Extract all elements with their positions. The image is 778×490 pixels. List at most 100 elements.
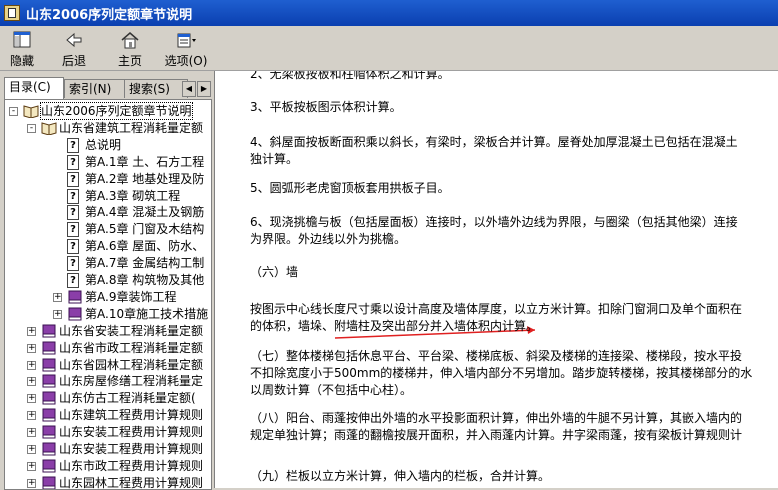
- tree-item[interactable]: + 山东仿古工程消耗量定额(: [5, 390, 211, 406]
- tree-item-label: 第A.8章 构筑物及其他: [85, 273, 205, 287]
- content-line: 规定单独计算；雨蓬的翻檐按展开面积，并入雨蓬内计算。井字梁雨蓬，按有梁板计算规则…: [250, 428, 743, 442]
- closed-book-icon: [68, 290, 82, 304]
- tab-index[interactable]: 索引(N): [64, 79, 128, 98]
- closed-book-icon: [42, 341, 56, 355]
- expand-icon[interactable]: +: [27, 326, 36, 336]
- collapse-icon[interactable]: -: [9, 107, 18, 116]
- help-page-icon: ?: [67, 239, 79, 255]
- expand-icon[interactable]: +: [27, 461, 36, 471]
- expand-icon[interactable]: +: [53, 309, 62, 319]
- tab-contents[interactable]: 目录(C): [4, 77, 64, 99]
- options-label: 选项(O): [164, 54, 208, 68]
- hide-label: 隐藏: [9, 54, 34, 68]
- tree-item[interactable]: + 山东省市政工程消耗量定额: [5, 340, 211, 356]
- tab-contents-label: 目录(C): [9, 80, 51, 94]
- tree-item-label: 山东安装工程费用计算规则: [59, 425, 204, 440]
- tree-item-label: 第A.3章 砌筑工程: [85, 188, 181, 203]
- content-line: 4、斜屋面按板断面积乘以斜长，有梁时，梁板合并计算。屋脊处加厚混凝土已包括在混凝…: [250, 135, 738, 149]
- closed-book-icon: [42, 358, 56, 371]
- tree-item[interactable]: - 山东省建筑工程消耗量定额: [5, 120, 211, 136]
- tree-item[interactable]: + 山东省园林工程消耗量定额: [5, 357, 211, 373]
- closed-book-icon: [42, 374, 56, 388]
- tree-item-label: 山东省市政工程消耗量定额: [59, 340, 204, 355]
- back-button[interactable]: 后退: [54, 29, 94, 68]
- tree-item-label: 第A.4章 混凝土及钢筋: [85, 205, 205, 220]
- expand-icon[interactable]: +: [27, 394, 36, 404]
- closed-book-icon: [42, 408, 56, 422]
- tree-item[interactable]: ? 第A.2章 地基处理及防: [5, 171, 211, 187]
- tree-item[interactable]: ? 第A.7章 金属结构工制: [5, 255, 211, 272]
- closed-book-icon: [68, 307, 82, 321]
- contents-tree[interactable]: - 山东2006序列定额章节说明 - 山东省建筑工程消耗量定额? 总说明? 第A.1章 土…: [4, 99, 212, 490]
- tree-item-label: 山东省园林工程消耗量定额: [59, 357, 204, 372]
- help-book-icon: [4, 5, 20, 21]
- content-line: 不扣除宽度小于500mm的楼梯井，伸入墙内部分不另增加。踏步旋转楼梯，按其楼梯部…: [250, 366, 753, 380]
- topic-content: 2、无梁板按板和柱帽体积之和计算。 3、平板按板图示体积计算。 4、斜屋面按板断面积…: [215, 71, 778, 488]
- closed-book-icon: [42, 459, 56, 473]
- back-label: 后退: [61, 54, 86, 68]
- open-book-icon: [23, 105, 39, 118]
- help-page-icon: ?: [67, 154, 79, 170]
- content-line: 6、现浇挑檐与板（包括屋面板）连接时，以外墙外边线为界限，与圈梁（包括其他梁）连…: [250, 215, 738, 229]
- tree-item[interactable]: ? 总说明: [5, 137, 211, 153]
- tab-search[interactable]: 搜索(S): [124, 79, 188, 98]
- expand-icon[interactable]: +: [27, 445, 36, 454]
- tree-item-label: 第A.10章施工技术措施: [85, 306, 209, 321]
- expand-icon[interactable]: +: [53, 292, 62, 302]
- tree-item-label: 山东省安装工程消耗量定额: [59, 323, 204, 338]
- content-line: 以周数计算（不包括中心柱）。: [250, 383, 413, 397]
- expand-icon[interactable]: +: [27, 360, 36, 370]
- content-line: （六）墙: [250, 265, 299, 279]
- tree-item[interactable]: ? 第A.1章 土、石方工程: [5, 154, 211, 170]
- home-button[interactable]: 主页: [110, 29, 150, 68]
- help-page-icon: ?: [67, 188, 79, 204]
- options-icon: [164, 30, 208, 50]
- tree-item[interactable]: ? 第A.8章 构筑物及其他: [5, 272, 211, 288]
- tree-item-label: 山东市政工程费用计算规则: [59, 458, 204, 473]
- closed-book-icon: [42, 425, 56, 439]
- expand-icon[interactable]: +: [27, 377, 36, 387]
- tree-item[interactable]: + 第A.10章施工技术措施: [5, 306, 211, 322]
- tree-item[interactable]: + 山东建筑工程费用计算规则: [5, 407, 211, 423]
- tree-item[interactable]: + 山东安装工程费用计算规则: [5, 441, 211, 457]
- home-icon: [110, 30, 150, 50]
- content-line: （八）阳台、雨蓬按伸出外墙的水平投影面积计算，伸出外墙的牛腿不另计算，其嵌入墙内…: [250, 411, 743, 425]
- tree-item[interactable]: + 山东安装工程费用计算规则: [5, 424, 211, 440]
- tree-item-label: 山东2006序列定额章节说明: [40, 102, 193, 120]
- closed-book-icon: [42, 391, 56, 405]
- tree-item[interactable]: + 第A.9章装饰工程: [5, 289, 211, 305]
- expand-icon[interactable]: +: [27, 478, 36, 488]
- content-line: （九）栏板以立方米计算，伸入墙内的栏板，合并计算。: [250, 469, 551, 483]
- tree-item[interactable]: + 山东房屋修缮工程消耗量定: [5, 373, 211, 389]
- hide-pane-icon: [2, 30, 42, 50]
- tab-scroll-right-icon[interactable]: ▶: [197, 81, 211, 97]
- tree-item-label: 山东省建筑工程消耗量定额: [59, 120, 204, 135]
- help-page-icon: ?: [67, 222, 79, 238]
- tab-scroll-arrows: ◀ ▶: [182, 81, 212, 97]
- tree-item-label: 第A.2章 地基处理及防: [85, 171, 205, 186]
- title-bar: 山东2006序列定额章节说明: [0, 0, 778, 26]
- content-line: （七）整体楼梯包括休息平台、平台梁、楼梯底板、斜梁及楼梯的连接梁、楼梯段，按水平…: [250, 349, 743, 363]
- hide-button[interactable]: 隐藏: [2, 29, 42, 68]
- tree-item[interactable]: - 山东2006序列定额章节说明: [5, 102, 211, 120]
- tree-item[interactable]: + 山东市政工程费用计算规则: [5, 458, 211, 474]
- content-line: 5、圆弧形老虎窗顶板套用拱板子目。: [250, 181, 450, 195]
- collapse-icon[interactable]: -: [27, 123, 36, 133]
- tab-search-label: 搜索(S): [129, 82, 170, 96]
- toolbar: 隐藏 后退 主页 选项(O): [0, 26, 778, 71]
- tree-item[interactable]: ? 第A.6章 屋面、防水、: [5, 238, 211, 255]
- tree-item[interactable]: ? 第A.5章 门窗及木结构: [5, 221, 211, 238]
- closed-book-icon: [42, 442, 56, 456]
- options-button[interactable]: 选项(O): [164, 29, 208, 68]
- tree-item[interactable]: ? 第A.3章 砌筑工程: [5, 188, 211, 204]
- help-page-icon: ?: [67, 256, 79, 272]
- content-line: 为界限。外边线以外为挑檐。: [250, 232, 407, 246]
- tree-item[interactable]: ? 第A.4章 混凝土及钢筋: [5, 204, 211, 221]
- closed-book-icon: [42, 324, 56, 338]
- tree-item[interactable]: + 山东省安装工程消耗量定额: [5, 323, 211, 339]
- content-line: 3、平板按板图示体积计算。: [250, 100, 402, 114]
- expand-icon[interactable]: +: [27, 343, 36, 353]
- tab-scroll-left-icon[interactable]: ◀: [182, 81, 196, 97]
- expand-icon[interactable]: +: [27, 411, 36, 421]
- expand-icon[interactable]: +: [27, 428, 36, 438]
